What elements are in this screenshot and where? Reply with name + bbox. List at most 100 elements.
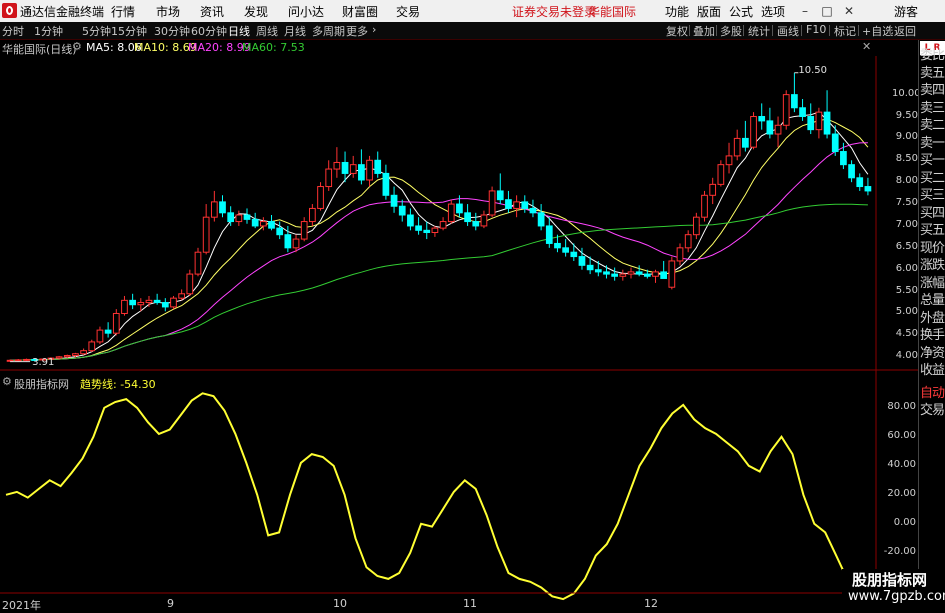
current-stock-name: 华能国际 — [588, 5, 637, 19]
menu-gongneng[interactable]: 功能 — [665, 3, 689, 20]
candle-body — [333, 161, 341, 170]
candle-body — [325, 168, 333, 188]
candle-body — [259, 221, 267, 227]
menu-caifuquan[interactable]: 财富圈 — [342, 3, 378, 20]
candle-body — [594, 269, 602, 273]
tab-monthly[interactable]: 月线 — [284, 23, 306, 39]
maximize-icon[interactable]: □ — [818, 2, 836, 20]
tab-60min[interactable]: 60分钟 — [191, 23, 227, 39]
price-tick-label: 5.00 — [895, 306, 918, 318]
sidebar-item-18[interactable]: 收益 — [920, 360, 945, 381]
back-button[interactable]: 返回 — [894, 23, 916, 39]
high-price-annotation: 10.50 — [798, 64, 828, 76]
ma60-label: MA60: 7.53 — [242, 41, 305, 54]
tab-daily[interactable]: 日线 — [228, 23, 250, 39]
price-tick-label: 4.00 — [895, 350, 918, 362]
price-tick-label: 7.50 — [895, 197, 918, 209]
mark-button[interactable]: 标记 — [834, 23, 856, 39]
tab-30min[interactable]: 30分钟 — [154, 23, 190, 39]
price-tick-label: 4.50 — [895, 328, 918, 340]
candle-body — [864, 186, 872, 192]
overlay-button[interactable]: 叠加 — [693, 23, 715, 39]
ma60-line — [10, 203, 868, 361]
xaxis-label-11: 11 — [463, 597, 477, 610]
candle-body — [112, 312, 120, 334]
tab-more[interactable]: 更多 — [346, 23, 368, 39]
add-watchlist-button[interactable]: +自选 — [862, 23, 893, 39]
candle-body — [96, 329, 104, 343]
settings-icon[interactable]: ⚙ — [72, 40, 82, 53]
menu-wenxiaoda[interactable]: 问小达 — [288, 3, 324, 20]
candle-body — [309, 207, 316, 223]
candle-body — [243, 214, 251, 220]
candle-body — [341, 161, 349, 174]
candle-body — [284, 234, 292, 249]
candle-body — [480, 214, 488, 227]
tab-5min[interactable]: 5分钟 — [82, 23, 111, 39]
candle-body — [14, 359, 22, 362]
draw-line-button[interactable]: 画线 — [777, 23, 799, 39]
candle-body — [758, 116, 766, 122]
indicator-name: 股朋指标网 — [14, 378, 69, 391]
tab-15min[interactable]: 15分钟 — [111, 23, 147, 39]
menu-gongshi[interactable]: 公式 — [729, 3, 753, 20]
candle-body — [619, 273, 627, 277]
divider — [716, 25, 717, 36]
trade-login-status[interactable]: 证券交易未登录 — [512, 3, 596, 20]
price-tick-label: 9.00 — [895, 131, 918, 143]
candle-body — [807, 116, 815, 131]
menu-shichang[interactable]: 市场 — [156, 3, 180, 20]
candle-body — [300, 221, 308, 240]
candle-body — [145, 299, 153, 304]
menu-hangqing[interactable]: 行情 — [111, 3, 135, 20]
menu-xuanxiang[interactable]: 选项 — [761, 3, 785, 20]
candle-body — [210, 201, 218, 218]
f10-button[interactable]: F10 — [806, 23, 826, 36]
watermark-url: www.7gpzb.com — [848, 589, 945, 604]
candle-body — [456, 203, 463, 214]
guest-user[interactable]: 游客 — [894, 3, 918, 20]
candle-body — [153, 299, 161, 304]
sidebar-item-20[interactable]: 交易 — [920, 400, 945, 421]
close-icon[interactable]: ✕ — [840, 2, 858, 20]
candle-body — [529, 207, 537, 214]
candle-body — [840, 151, 847, 166]
divider — [689, 25, 690, 36]
divider — [743, 25, 744, 36]
minimize-icon[interactable]: – — [796, 2, 814, 20]
chart-title: 华能国际(日线) — [2, 43, 77, 56]
tab-1min[interactable]: 1分钟 — [34, 23, 63, 39]
panel-close-icon[interactable]: ✕ — [862, 40, 871, 53]
candle-body — [194, 251, 202, 275]
candle-body — [848, 164, 855, 179]
kline-chart[interactable] — [0, 56, 918, 609]
indicator-settings-icon[interactable]: ⚙ — [2, 375, 12, 388]
menu-banmian[interactable]: 版面 — [697, 3, 721, 20]
candle-body — [121, 299, 128, 314]
price-tick-label: 7.00 — [895, 218, 918, 230]
indicator-tick-label: 80.00 — [887, 400, 916, 412]
price-tick-label: 9.50 — [895, 109, 918, 121]
multi-stock-button[interactable]: 多股 — [720, 23, 742, 39]
period-toolbar: 分时 1分钟 5分钟 15分钟 30分钟 60分钟 日线 周线 月线 多周期 更… — [0, 22, 945, 40]
menu-faxian[interactable]: 发现 — [244, 3, 268, 20]
candle-body — [104, 329, 112, 334]
menu-zixun[interactable]: 资讯 — [200, 3, 224, 20]
candle-body — [627, 271, 635, 275]
chevron-right-icon[interactable]: › — [372, 23, 376, 36]
candle-body — [823, 111, 831, 135]
candle-body — [170, 297, 177, 308]
candle-body — [774, 124, 782, 135]
candle-body — [129, 299, 136, 306]
price-tick-label: 6.00 — [895, 262, 918, 274]
candle-body — [717, 164, 725, 185]
menu-jiaoyi[interactable]: 交易 — [396, 3, 420, 20]
tab-fenshi[interactable]: 分时 — [2, 23, 24, 39]
fuquan-button[interactable]: 复权 — [666, 23, 688, 39]
candle-body — [684, 234, 692, 249]
candle-body — [276, 227, 284, 236]
tab-multi-period[interactable]: 多周期 — [312, 23, 345, 39]
app-name: 通达信金融终端 — [20, 5, 105, 19]
tab-weekly[interactable]: 周线 — [256, 23, 278, 39]
statistics-button[interactable]: 统计 — [748, 23, 770, 39]
